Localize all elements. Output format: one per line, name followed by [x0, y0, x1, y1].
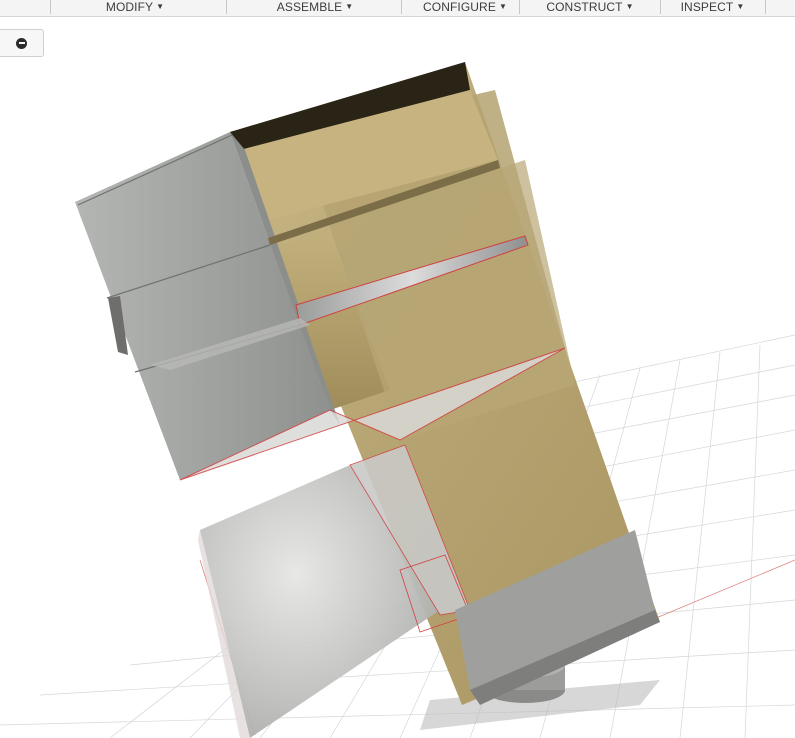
toolbar-separator [50, 0, 51, 14]
configure-menu-label: CONFIGURE [423, 0, 496, 14]
construct-menu-label: CONSTRUCT [546, 0, 623, 14]
caret-down-icon: ▼ [498, 1, 507, 11]
caret-down-icon: ▼ [345, 1, 354, 11]
construct-menu[interactable]: CONSTRUCT ▼ [520, 0, 660, 14]
toolbar-separator [401, 0, 402, 14]
caret-down-icon: ▼ [156, 1, 165, 11]
3d-viewport[interactable] [0, 17, 795, 738]
modify-menu[interactable]: MODIFY ▼ [70, 0, 200, 14]
assemble-menu[interactable]: ASSEMBLE ▼ [250, 0, 380, 14]
assemble-menu-label: ASSEMBLE [276, 0, 343, 14]
toolbar-separator [765, 0, 766, 14]
toolbar-separator [226, 0, 227, 14]
inspect-menu[interactable]: INSPECT ▼ [660, 0, 765, 14]
caret-down-icon: ▼ [625, 1, 634, 11]
modify-menu-label: MODIFY [105, 0, 154, 14]
top-toolbar: MODIFY ▼ ASSEMBLE ▼ CONFIGURE ▼ CONSTRUCT ▼ … [0, 0, 795, 17]
caret-down-icon: ▼ [736, 1, 745, 11]
configure-menu[interactable]: CONFIGURE ▼ [410, 0, 520, 14]
inspect-menu-label: INSPECT [680, 0, 734, 14]
